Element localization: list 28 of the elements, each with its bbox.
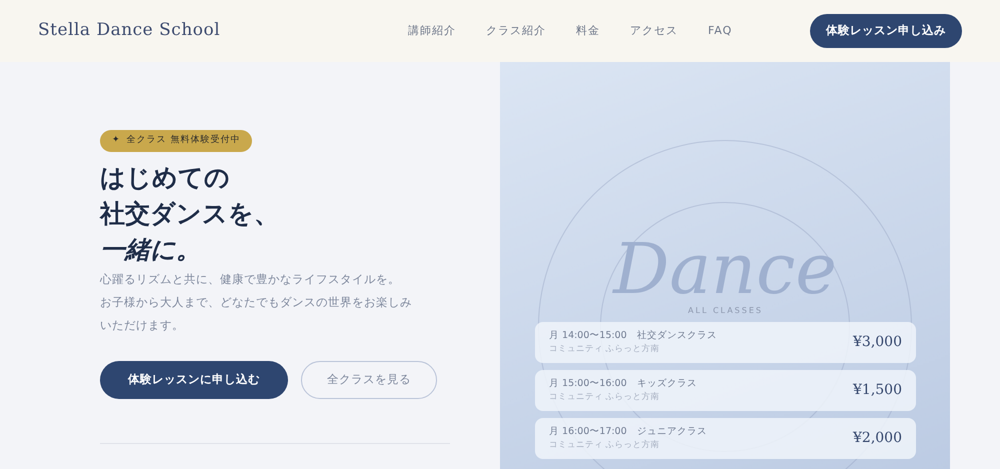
lead-text: お子様から大人まで、どなたでもダンスの世界をお楽しみいただけます。 bbox=[100, 294, 413, 334]
lead-text: 心躍るリズムと共に、健康で豊かなライフスタイルを。 bbox=[100, 270, 401, 288]
class-price: ¥3,000 bbox=[853, 333, 902, 352]
apply-button[interactable]: 体験レッスンに申し込む bbox=[100, 360, 288, 398]
nav-link[interactable]: FAQ bbox=[708, 22, 732, 40]
nav-link[interactable]: アクセス bbox=[630, 22, 678, 40]
class-venue: コミュニティ ふらっと方南 bbox=[549, 391, 661, 404]
class-schedule: 月 16:00〜17:00 ジュニアクラス bbox=[549, 425, 707, 439]
class-card[interactable]: 月 15:00〜16:00 キッズクラス コミュニティ ふらっと方南 ¥1,500 bbox=[535, 370, 916, 411]
nav-link[interactable]: 講師紹介 bbox=[408, 22, 456, 40]
class-card[interactable]: 月 14:00〜15:00 社交ダンスクラス コミュニティ ふらっと方南 ¥3,000 bbox=[535, 322, 916, 363]
class-schedule: 月 15:00〜16:00 キッズクラス bbox=[549, 377, 697, 391]
class-venue: コミュニティ ふらっと方南 bbox=[549, 439, 661, 452]
trial-button[interactable]: 体験レッスン申し込み bbox=[810, 14, 962, 48]
headline: 一緒に。 bbox=[100, 234, 202, 266]
class-card[interactable]: 月 16:00〜17:00 ジュニアクラス コミュニティ ふらっと方南 ¥2,000 bbox=[535, 418, 916, 459]
sparkle-icon: ✦ bbox=[112, 134, 121, 148]
class-venue: コミュニティ ふらっと方南 bbox=[549, 343, 661, 356]
nav-link[interactable]: 料金 bbox=[576, 22, 600, 40]
nav-link[interactable]: クラス紹介 bbox=[486, 22, 546, 40]
promo-badge: ✦ 全クラス 無料体験受付中 bbox=[100, 130, 252, 152]
class-schedule: 月 14:00〜15:00 社交ダンスクラス bbox=[549, 329, 717, 343]
section-label: ALL CLASSES bbox=[687, 305, 764, 317]
logo[interactable]: Stella Dance School bbox=[38, 18, 220, 44]
headline: 社交ダンスを、 bbox=[100, 198, 280, 230]
headline: はじめての bbox=[100, 162, 231, 194]
class-price: ¥1,500 bbox=[853, 381, 902, 400]
class-price: ¥2,000 bbox=[853, 429, 902, 448]
